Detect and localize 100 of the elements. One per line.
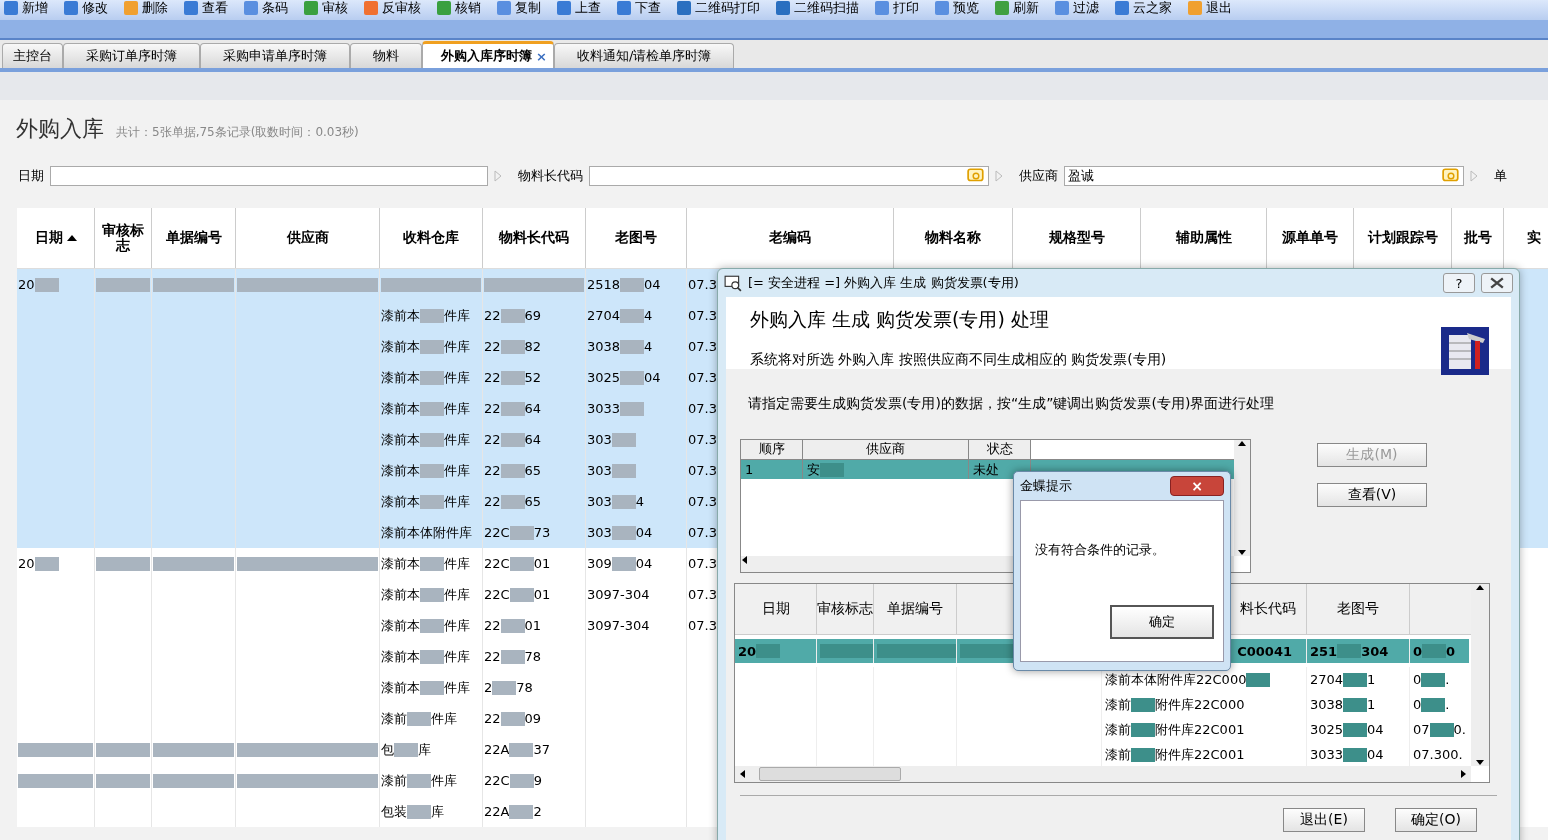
table-cell: 22	[484, 463, 501, 478]
table-cell: 303	[587, 432, 612, 447]
filter-label: 单	[1494, 167, 1507, 185]
table-cell: 04	[635, 556, 653, 571]
table-cell: 22	[484, 308, 501, 323]
table-cell: 件库	[444, 399, 470, 418]
table-cell: 07.3	[688, 432, 717, 447]
table-cell: 52	[524, 370, 542, 385]
table-cell: 304	[1361, 643, 1389, 659]
table-cell: 件库	[444, 306, 470, 325]
filter-label: 供应商	[1019, 167, 1058, 185]
table-cell: 22C	[484, 556, 510, 571]
table-cell: 漆前本	[381, 492, 420, 511]
table-cell: 22C	[484, 525, 510, 540]
table-cell: 01	[524, 618, 542, 633]
table-cell: 07.3	[688, 463, 717, 478]
table-cell: 漆前	[1105, 695, 1131, 714]
table-cell: 3025	[587, 370, 621, 385]
table-cell: 22	[484, 649, 501, 664]
table-cell: 303	[587, 463, 612, 478]
table-cell: 漆前	[1105, 720, 1131, 739]
table-cell: 4	[644, 308, 653, 323]
table-cell: 07.3	[688, 525, 717, 540]
table-cell: 漆前本	[381, 585, 420, 604]
table-cell: 0	[1413, 672, 1422, 687]
table-cell: 07	[1413, 722, 1430, 737]
table-cell: 78	[524, 649, 542, 664]
table-cell: 309	[587, 556, 612, 571]
table-cell: 07.3	[688, 494, 717, 509]
table-cell: 3038	[587, 339, 621, 354]
table-cell: 73	[533, 525, 551, 540]
table-cell: 1	[745, 462, 754, 477]
table-cell: 包装	[381, 802, 407, 821]
table-cell: 0.	[1453, 722, 1466, 737]
table-cell: 04	[635, 525, 653, 540]
table-cell: 2	[484, 680, 493, 695]
table-cell: 22A	[484, 742, 510, 757]
table-cell: 2704	[1310, 672, 1344, 687]
table-cell: 22A	[484, 804, 510, 819]
table-cell: 04	[1367, 747, 1384, 762]
table-cell: 22	[484, 370, 501, 385]
table-cell: 3033	[587, 401, 621, 416]
table-cell: 07.3	[688, 401, 717, 416]
table-cell: 22	[484, 618, 501, 633]
table-cell: 2	[533, 804, 542, 819]
table-cell: 82	[524, 339, 542, 354]
table-cell: 07.3	[688, 339, 717, 354]
table-cell: 69	[524, 308, 542, 323]
filter-label: 物料长代码	[518, 167, 583, 185]
table-cell: 2518	[587, 277, 621, 292]
record-summary: 共计：5张单据,75条记录(取数时间：0.03秒)	[116, 123, 359, 141]
table-cell: 04	[644, 370, 661, 385]
table-cell: .	[1445, 697, 1450, 712]
table-cell: 01	[533, 556, 551, 571]
table-cell: 件库	[444, 461, 470, 480]
table-cell: 65	[524, 494, 542, 509]
table-cell: 09	[524, 711, 542, 726]
table-cell: 件库	[444, 492, 470, 511]
table-cell: 20	[738, 643, 757, 659]
dialog-heading: 外购入库 生成 购货发票(专用) 处理	[750, 307, 1050, 332]
table-cell: 22	[484, 711, 501, 726]
table-cell: 37	[533, 742, 550, 757]
table-cell: 07.3	[688, 587, 717, 602]
table-cell: 3097-304	[587, 618, 650, 633]
table-cell: 件库	[444, 647, 470, 666]
table-cell: 3025	[1310, 722, 1344, 737]
table-cell: 22	[484, 432, 501, 447]
table-cell: 3097-304	[587, 587, 650, 602]
table-cell: 漆前本体附件库22C000	[1105, 670, 1247, 689]
table-cell: 07.3	[688, 618, 717, 633]
table-cell: 安	[807, 460, 820, 479]
table-cell: 07.3	[688, 556, 717, 571]
table-cell: 件库	[444, 554, 470, 573]
filter-label: 日期	[18, 167, 44, 185]
table-cell: 件库	[431, 771, 457, 790]
dialog-description: 系统将对所选 外购入库 按照供应商不同生成相应的 购货发票(专用)	[750, 351, 1167, 369]
table-cell: 20	[18, 277, 35, 292]
table-cell: 22	[484, 494, 501, 509]
table-cell: 件库	[444, 368, 470, 387]
table-cell: 包	[381, 740, 394, 759]
table-cell: 4	[635, 494, 645, 509]
table-cell: 4	[644, 339, 653, 354]
table-cell: 漆前本	[381, 306, 420, 325]
table-cell: 04	[1367, 722, 1384, 737]
table-cell: 1	[1367, 672, 1376, 687]
table-cell: 9	[533, 773, 542, 788]
table-cell: 漆前	[381, 771, 407, 790]
table-cell: 3038	[1310, 697, 1344, 712]
table-cell: 78	[516, 680, 533, 695]
table-cell: 漆前本	[381, 616, 420, 635]
table-cell: 303	[587, 494, 612, 509]
table-cell: C00041	[1237, 643, 1292, 659]
table-cell: 64	[524, 401, 542, 416]
table-cell: 3033	[1310, 747, 1344, 762]
table-cell: 65	[524, 463, 542, 478]
table-cell: 件库	[444, 678, 470, 697]
table-cell: 附件库22C001	[1155, 745, 1245, 764]
table-cell: 251	[1310, 643, 1338, 659]
table-cell: 22C	[484, 773, 510, 788]
table-cell: 07.3	[688, 308, 717, 323]
